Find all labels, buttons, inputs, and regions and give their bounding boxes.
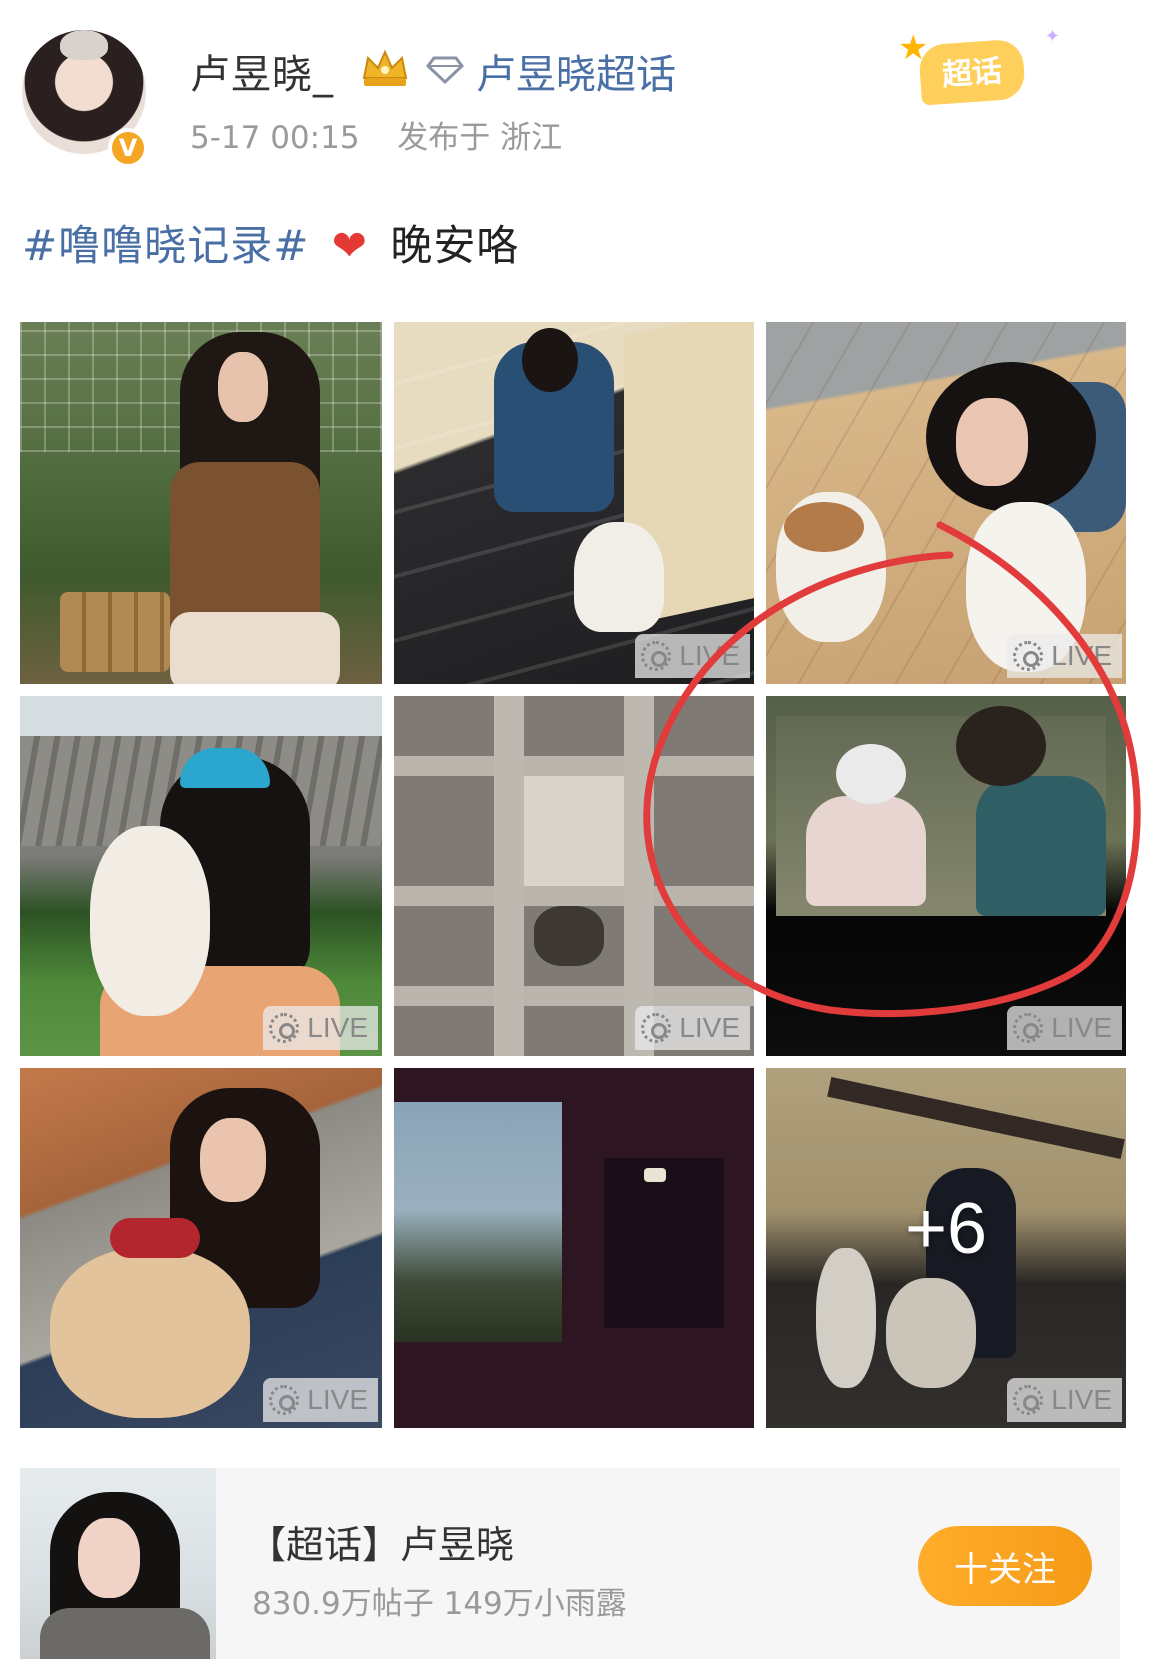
- heart-emoji-icon: ❤: [331, 221, 368, 270]
- live-label: LIVE: [679, 1012, 740, 1043]
- photo-7[interactable]: LIVE: [20, 1068, 382, 1428]
- supertopic-title: 【超话】卢昱晓: [248, 1523, 515, 1567]
- photo-5[interactable]: LIVE: [394, 696, 754, 1056]
- verified-v-icon: V: [108, 128, 148, 168]
- live-label: LIVE: [1051, 1384, 1112, 1415]
- more-photos-count: +6: [904, 1189, 988, 1269]
- photo-2[interactable]: LIVE: [394, 322, 754, 684]
- photo-4[interactable]: LIVE: [20, 696, 382, 1056]
- live-label: LIVE: [307, 1384, 368, 1415]
- photo-1[interactable]: [20, 322, 382, 684]
- post-content: #噜噜晓记录# ❤ 晚安咯: [22, 212, 519, 273]
- live-photo-icon: [641, 641, 672, 671]
- live-photo-icon: [269, 1013, 300, 1043]
- post-body-text: 晚安咯: [390, 221, 520, 270]
- live-badge: LIVE: [1007, 634, 1122, 678]
- post-timestamp: 5-17 00:15: [190, 120, 360, 156]
- live-photo-icon: [1013, 1013, 1044, 1043]
- live-label: LIVE: [679, 640, 740, 671]
- live-label: LIVE: [1051, 1012, 1112, 1043]
- photo-8[interactable]: [394, 1068, 754, 1428]
- live-photo-icon: [641, 1013, 672, 1043]
- post-location: 发布于 浙江: [397, 120, 563, 156]
- live-badge: LIVE: [263, 1006, 378, 1050]
- live-photo-icon: [1013, 641, 1044, 671]
- supertopic-stats: 830.9万帖子 149万小雨露: [252, 1586, 627, 1622]
- live-label: LIVE: [307, 1012, 368, 1043]
- live-photo-icon: [1013, 1385, 1044, 1415]
- photo-grid: LIVE LIVE LIVE LIVE LIVE LIVE +6 LIVE: [20, 322, 1126, 1428]
- supertopic-cover-image: [20, 1468, 216, 1659]
- live-label: LIVE: [1051, 640, 1112, 671]
- live-photo-icon: [269, 1385, 300, 1415]
- follow-button-label: 十关注: [954, 1549, 1056, 1590]
- live-badge: LIVE: [263, 1378, 378, 1422]
- sparkle-icon: ✦: [1044, 26, 1060, 47]
- photo-9[interactable]: +6 LIVE: [766, 1068, 1126, 1428]
- diamond-icon: [426, 56, 464, 84]
- supertopic-badge-label: 超话: [918, 38, 1026, 106]
- photo-3[interactable]: LIVE: [766, 322, 1126, 684]
- supertopic-badge-icon[interactable]: ★ 超话 ✦: [890, 20, 1066, 112]
- follow-button[interactable]: 十关注: [918, 1526, 1092, 1606]
- post-hashtag[interactable]: #噜噜晓记录#: [22, 221, 309, 270]
- supertopic-card[interactable]: 【超话】卢昱晓 830.9万帖子 149万小雨露 十关注: [20, 1468, 1120, 1659]
- live-badge: LIVE: [635, 1006, 750, 1050]
- supertopic-link[interactable]: 卢昱晓超话: [476, 42, 676, 100]
- live-badge: LIVE: [1007, 1006, 1122, 1050]
- live-badge: LIVE: [635, 634, 750, 678]
- photo-6[interactable]: LIVE: [766, 696, 1126, 1056]
- post-meta: 5-17 00:15 发布于 浙江: [190, 112, 562, 157]
- cat-ears-decoration: [60, 30, 108, 60]
- crown-badge-icon: [362, 49, 408, 86]
- live-badge: LIVE: [1007, 1378, 1122, 1422]
- username[interactable]: 卢昱晓_: [190, 42, 334, 100]
